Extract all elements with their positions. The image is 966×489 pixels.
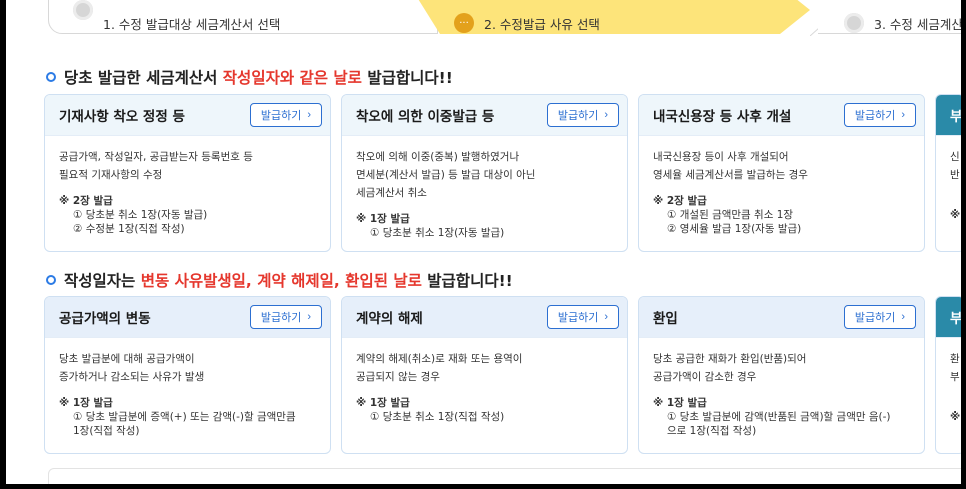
issue-button[interactable]: 발급하기 ›: [249, 103, 322, 127]
step-3-label: 3. 수정 세금계산서 작: [874, 16, 961, 32]
card-desc-line: 공급가액, 작성일자, 공급받는자 등록번호 등: [59, 151, 253, 163]
note-item: ① 당초 발급분에 증액(+) 또는 감액(-)할 금액만큼: [73, 411, 296, 423]
card-desc-line: 당초 공급한 재화가 환입(반품)되어: [653, 353, 807, 365]
issue-button[interactable]: 발급하기 ›: [843, 103, 916, 127]
step-1-circle-icon: [73, 0, 93, 20]
card-partial: 부 신 반 ※: [935, 94, 961, 252]
card-desc-line: 계약의 해제(취소)로 재화 또는 용역이: [356, 353, 523, 365]
note-item: ② 영세율 발급 1장(자동 발급): [667, 223, 802, 235]
card-desc-line: 당초 발급분에 대해 공급가액이: [59, 353, 195, 365]
note-title: ※ 2장 발급: [59, 195, 113, 207]
note-title: ※ 1장 발급: [59, 397, 113, 409]
step-2-dots-icon: ···: [454, 13, 474, 33]
card-correction: 기재사항 착오 정정 등 발급하기 › 공급가액, 작성일자, 공급받는자 등록번…: [44, 94, 331, 252]
card-title: 환입: [653, 311, 678, 327]
note-item: ① 당초 발급분에 감액(반품된 금액)할 금액만 음(-): [667, 411, 891, 423]
note-item: ① 당초분 취소 1장(자동 발급): [370, 227, 505, 239]
step-3: 3. 수정 세금계산서 작: [818, 0, 961, 34]
section1-highlight: 작성일자와 같은 날로: [222, 69, 362, 87]
section2-highlight: 변동 사유발생일, 계약 해제일, 환입된 날로: [140, 272, 422, 290]
note-item: ① 개설된 금액만큼 취소 1장: [667, 209, 794, 221]
card-title: 기재사항 착오 정정 등: [59, 109, 185, 125]
card-local-lc: 내국신용장 등 사후 개설 발급하기 › 내국신용장 등이 사후 개설되어 영세율…: [638, 94, 925, 252]
note-title: ※ 1장 발급: [356, 213, 410, 225]
card-desc-line: 면세분(계산서 발급) 등 발급 대상이 아닌: [356, 169, 536, 181]
note-item: ① 당초분 취소 1장(직접 작성): [370, 411, 505, 423]
step-1-label: 1. 수정 발급대상 세금계산서 선택: [103, 16, 281, 32]
section-title-same-date: 당초 발급한 세금계산서 작성일자와 같은 날로 발급합니다!!: [46, 66, 453, 88]
page-viewport: 1. 수정 발급대상 세금계산서 선택 ··· 2. 수정발급 사유 선택 3.…: [6, 0, 961, 484]
section2-prefix: 작성일자는: [64, 272, 141, 290]
chevron-right-icon: ›: [901, 311, 905, 323]
note-item: ② 수정분 1장(직접 작성): [73, 223, 185, 235]
note-item: 으로 1장(직접 작성): [667, 425, 757, 437]
card-supply-change: 공급가액의 변동 발급하기 › 당초 발급분에 대해 공급가액이 증가하거나 감소…: [44, 296, 331, 454]
step-3-circle-icon: [844, 13, 864, 33]
circle-bullet-icon: [46, 72, 56, 82]
issue-button[interactable]: 발급하기 ›: [843, 305, 916, 329]
card-desc-line: 착오에 의해 이중(중복) 발행하였거나: [356, 151, 520, 163]
card-desc-line: 필요적 기재사항의 수정: [59, 169, 163, 181]
chevron-right-icon: ›: [604, 109, 608, 121]
card-title: 공급가액의 변동: [59, 311, 151, 327]
card-desc-line: 공급가액이 감소한 경우: [653, 371, 757, 383]
chevron-right-icon: ›: [604, 311, 608, 323]
bottom-panel: [48, 468, 961, 484]
chevron-right-icon: ›: [901, 109, 905, 121]
note-title: ※ 1장 발급: [653, 397, 707, 409]
section2-suffix: 발급합니다!!: [421, 272, 513, 290]
step-1: 1. 수정 발급대상 세금계산서 선택: [48, 0, 438, 34]
card-title: 부: [950, 105, 961, 125]
issue-button[interactable]: 발급하기 ›: [546, 103, 619, 127]
section-title-event-date: 작성일자는 변동 사유발생일, 계약 해제일, 환입된 날로 발급합니다!!: [46, 269, 513, 291]
card-desc-line: 영세율 세금계산서를 발급하는 경우: [653, 169, 808, 181]
card-desc-line: 세금계산서 취소: [356, 187, 427, 199]
note-item: 1장(직접 작성): [73, 425, 140, 437]
note-title: ※ 2장 발급: [653, 195, 707, 207]
note-item: ① 당초분 취소 1장(자동 발급): [73, 209, 208, 221]
card-title: 부: [950, 307, 961, 327]
chevron-right-icon: ›: [307, 311, 311, 323]
card-desc-line: 증가하거나 감소되는 사유가 발생: [59, 371, 205, 383]
note-title: ※ 1장 발급: [356, 397, 410, 409]
card-return: 환입 발급하기 › 당초 공급한 재화가 환입(반품)되어 공급가액이 감소한 경…: [638, 296, 925, 454]
card-title: 계약의 해제: [356, 311, 423, 327]
section1-prefix: 당초 발급한 세금계산서: [64, 69, 223, 87]
progress-stepper: 1. 수정 발급대상 세금계산서 선택 ··· 2. 수정발급 사유 선택 3.…: [48, 0, 961, 36]
card-desc-line: 내국신용장 등이 사후 개설되어: [653, 151, 789, 163]
section1-suffix: 발급합니다!!: [361, 69, 453, 87]
card-partial: 부 환 부 ※: [935, 296, 961, 454]
issue-button[interactable]: 발급하기 ›: [249, 305, 322, 329]
step-2-label: 2. 수정발급 사유 선택: [484, 16, 600, 32]
card-title: 내국신용장 등 사후 개설: [653, 109, 792, 125]
card-title: 착오에 의한 이중발급 등: [356, 109, 495, 125]
circle-bullet-icon: [46, 275, 56, 285]
issue-button[interactable]: 발급하기 ›: [546, 305, 619, 329]
card-desc-line: 공급되지 않는 경우: [356, 371, 440, 383]
card-duplicate-issue: 착오에 의한 이중발급 등 발급하기 › 착오에 의해 이중(중복) 발행하였거나…: [341, 94, 628, 252]
step-2-active: ··· 2. 수정발급 사유 선택: [410, 0, 810, 34]
chevron-right-icon: ›: [307, 109, 311, 121]
card-contract-cancel: 계약의 해제 발급하기 › 계약의 해제(취소)로 재화 또는 용역이 공급되지 …: [341, 296, 628, 454]
